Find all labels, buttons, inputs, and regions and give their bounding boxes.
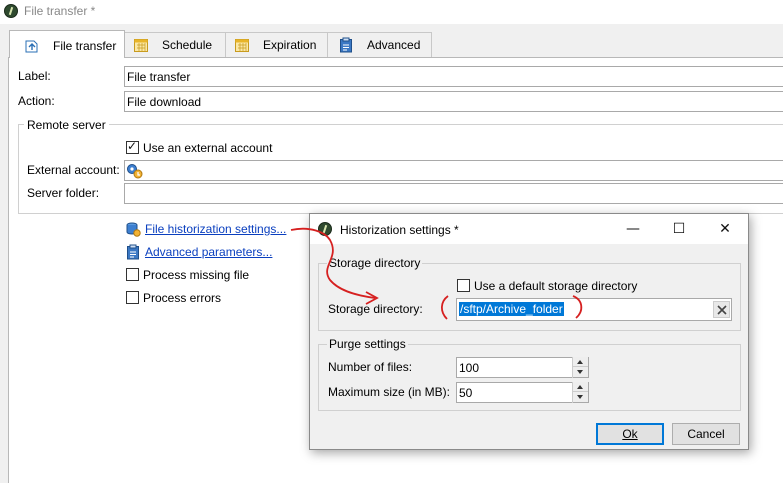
spin-down-button[interactable] xyxy=(573,367,588,377)
file-transfer-icon xyxy=(25,40,38,53)
number-of-files-spinner[interactable] xyxy=(572,357,588,378)
storage-group-title: Storage directory xyxy=(327,256,423,270)
advanced-parameters-link[interactable]: Advanced parameters... xyxy=(145,245,272,259)
dialog-title: Historization settings * xyxy=(340,223,459,237)
historization-icon xyxy=(126,222,141,237)
number-of-files-field[interactable]: 100 xyxy=(456,357,589,378)
clear-icon xyxy=(717,305,727,315)
remote-server-title: Remote server xyxy=(24,118,109,132)
cancel-button[interactable]: Cancel xyxy=(672,423,740,445)
label-field[interactable]: File transfer xyxy=(124,66,783,87)
external-account-icon xyxy=(127,164,143,179)
tab-label: Expiration xyxy=(263,38,317,52)
action-field[interactable]: File download xyxy=(124,91,783,112)
use-default-storage-label: Use a default storage directory xyxy=(474,279,638,293)
use-external-account-checkbox[interactable] xyxy=(126,139,139,154)
use-external-account-label: Use an external account xyxy=(143,141,273,155)
tab-label: Advanced xyxy=(367,38,421,52)
server-folder-caption: Server folder: xyxy=(27,186,100,200)
tab-file-transfer[interactable]: File transfer xyxy=(9,30,125,58)
spin-up-button[interactable] xyxy=(573,357,588,367)
tab-label: File transfer xyxy=(53,39,117,53)
parameters-icon xyxy=(127,244,139,260)
maximize-button[interactable]: ☐ xyxy=(656,214,702,244)
calendar-icon xyxy=(235,39,249,52)
historization-settings-link[interactable]: File historization settings... xyxy=(145,222,286,236)
process-errors-label: Process errors xyxy=(143,291,222,305)
max-size-caption: Maximum size (in MB): xyxy=(328,385,451,399)
max-size-field[interactable]: 50 xyxy=(456,382,589,403)
app-logo-icon xyxy=(318,222,332,236)
tab-expiration[interactable]: Expiration xyxy=(225,32,328,57)
storage-directory-caption: Storage directory: xyxy=(328,302,423,316)
process-errors-checkbox[interactable] xyxy=(126,291,139,304)
calendar-icon xyxy=(134,39,148,52)
clipboard-icon xyxy=(340,37,352,53)
dialog-titlebar: Historization settings * — ☐ ✕ xyxy=(310,214,748,244)
close-button[interactable]: ✕ xyxy=(702,214,748,244)
ok-button[interactable]: Ok xyxy=(596,423,664,445)
label-caption: Label: xyxy=(18,69,51,83)
process-missing-checkbox[interactable] xyxy=(126,268,139,281)
purge-group-title: Purge settings xyxy=(327,337,408,351)
storage-directory-field[interactable]: /sftp/Archive_folder xyxy=(456,298,732,321)
server-folder-field[interactable] xyxy=(124,183,783,204)
window-title: File transfer * xyxy=(24,4,96,18)
max-size-spinner[interactable] xyxy=(572,382,588,403)
tab-schedule[interactable]: Schedule xyxy=(124,32,226,57)
spin-down-button[interactable] xyxy=(573,392,588,402)
external-account-field[interactable] xyxy=(124,160,783,181)
app-logo-icon xyxy=(4,4,18,18)
tab-label: Schedule xyxy=(162,38,213,52)
use-default-storage-checkbox[interactable] xyxy=(457,279,470,292)
action-caption: Action: xyxy=(18,94,55,108)
minimize-button[interactable]: — xyxy=(610,214,656,244)
historization-dialog: Historization settings * — ☐ ✕ Storage d… xyxy=(309,213,749,450)
number-of-files-caption: Number of files: xyxy=(328,360,413,374)
clear-button[interactable] xyxy=(713,301,730,318)
tab-advanced[interactable]: Advanced xyxy=(327,32,432,57)
window-titlebar: File transfer * xyxy=(0,0,783,24)
storage-directory-value: /sftp/Archive_folder xyxy=(459,302,564,316)
external-account-caption: External account: xyxy=(27,163,120,177)
process-missing-label: Process missing file xyxy=(143,268,250,282)
spin-up-button[interactable] xyxy=(573,382,588,392)
